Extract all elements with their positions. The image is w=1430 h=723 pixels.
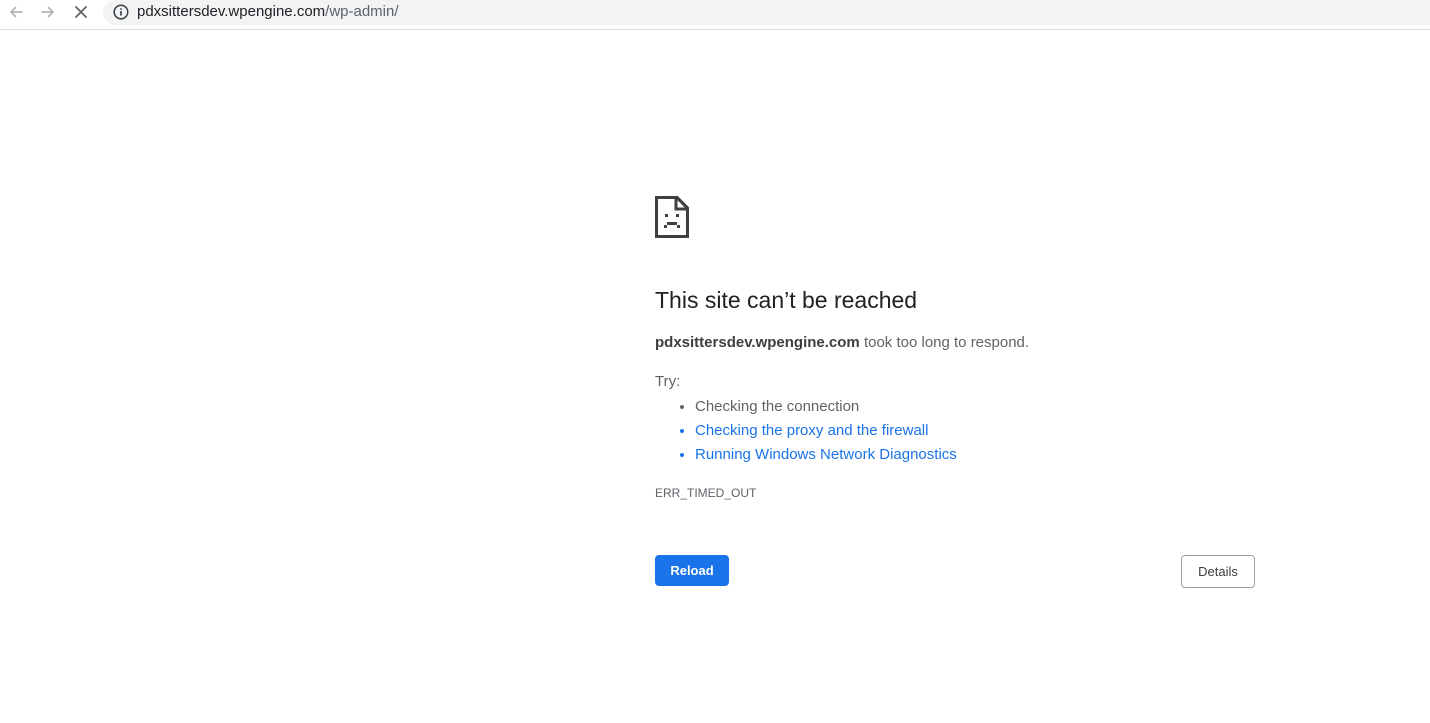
- suggestion-list: Checking the connection Checking the pro…: [655, 395, 957, 467]
- sad-page-icon: [655, 196, 689, 238]
- close-icon: [75, 6, 87, 18]
- suggestion-check-connection: Checking the connection: [695, 395, 957, 419]
- address-bar[interactable]: pdxsittersdev.wpengine.com/wp-admin/: [103, 0, 1430, 25]
- error-host: pdxsittersdev.wpengine.com: [655, 334, 860, 351]
- error-summary-text: took too long to respond.: [859, 334, 1030, 351]
- details-button[interactable]: Details: [1181, 555, 1255, 588]
- suggestion-network-diagnostics-link[interactable]: Running Windows Network Diagnostics: [695, 443, 957, 467]
- reload-button[interactable]: Reload: [655, 555, 729, 586]
- back-button[interactable]: [5, 1, 27, 23]
- forward-button[interactable]: [37, 1, 59, 23]
- suggestion-check-proxy-link[interactable]: Checking the proxy and the firewall: [695, 419, 957, 443]
- url-text[interactable]: pdxsittersdev.wpengine.com/wp-admin/: [137, 3, 399, 21]
- url-host: pdxsittersdev.wpengine.com: [137, 3, 326, 20]
- arrow-right-icon: [41, 6, 54, 18]
- browser-toolbar: pdxsittersdev.wpengine.com/wp-admin/: [0, 0, 1430, 30]
- url-path: /wp-admin/: [325, 3, 399, 20]
- error-heading: This site can’t be reached: [655, 287, 918, 313]
- stop-loading-button[interactable]: [70, 1, 92, 23]
- info-icon[interactable]: [112, 3, 130, 21]
- arrow-left-icon: [10, 6, 23, 18]
- error-code: ERR_TIMED_OUT: [655, 486, 757, 500]
- error-summary: pdxsittersdev.wpengine.com took too long…: [655, 333, 1029, 353]
- try-label: Try:: [655, 373, 681, 390]
